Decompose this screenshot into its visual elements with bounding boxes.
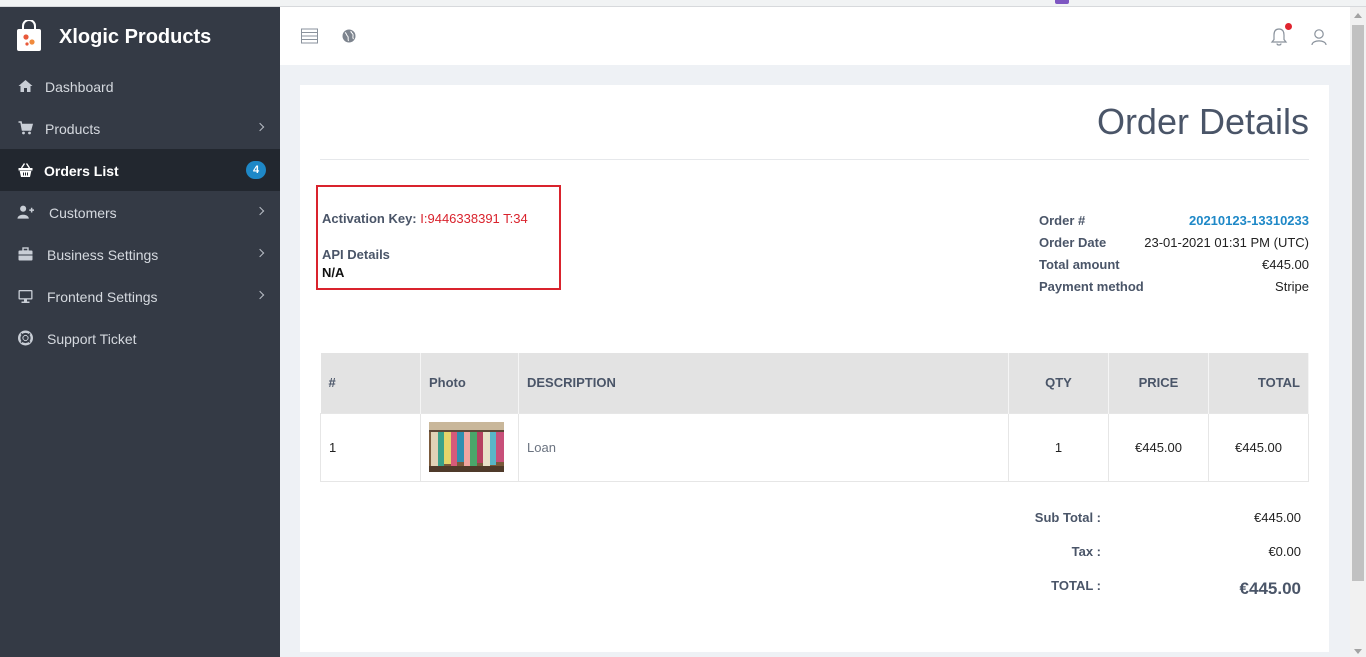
sidebar-item-customers[interactable]: Customers — [0, 191, 280, 233]
grand-total-value: €445.00 — [1239, 579, 1301, 598]
sidebar-item-orders-list[interactable]: Orders List 4 — [0, 149, 280, 191]
column-header-price: PRICE — [1108, 353, 1209, 413]
total-amount-label: Total amount — [1039, 257, 1120, 272]
order-details-card: Order Details Activation Key: I:94463383… — [300, 85, 1329, 657]
order-date-label: Order Date — [1039, 235, 1107, 250]
scroll-down-arrow-icon[interactable] — [1354, 649, 1362, 654]
sidebar-item-business-settings[interactable]: Business Settings — [0, 233, 280, 275]
activation-key-label: Activation Key: — [322, 211, 417, 226]
sidebar-item-label: Frontend Settings — [47, 289, 158, 305]
item-qty: 1 — [1008, 412, 1109, 482]
total-amount-value: €445.00 — [1262, 257, 1309, 272]
menu-toggle-icon[interactable] — [301, 28, 318, 44]
grand-total-row: TOTAL : €445.00 — [900, 573, 1309, 607]
column-header-total: TOTAL — [1208, 353, 1309, 413]
item-description-cell: Loan — [518, 412, 1009, 482]
page-title: Order Details — [1096, 101, 1309, 142]
basket-icon — [18, 163, 33, 177]
order-number-label: Order # — [1039, 213, 1086, 228]
product-thumbnail[interactable] — [429, 422, 504, 472]
order-number-link[interactable]: 20210123-13310233 — [1189, 213, 1309, 228]
sidebar-item-label: Dashboard — [45, 79, 114, 95]
item-number: 1 — [320, 412, 421, 482]
top-header — [280, 7, 1350, 65]
order-items-table: # Photo DESCRIPTION QTY PRICE TOTAL 1 Lo… — [320, 353, 1309, 482]
scrollbar-thumb[interactable] — [1352, 25, 1364, 581]
order-number-row: Order # 20210123-13310233 — [1039, 211, 1309, 233]
orders-count-badge: 4 — [246, 161, 266, 179]
sidebar: Xlogic Products Dashboard Products Order… — [0, 7, 280, 657]
page-scrollbar[interactable] — [1350, 7, 1366, 657]
sidebar-item-label: Customers — [49, 205, 117, 221]
item-description-link[interactable]: Loan — [527, 440, 556, 455]
column-header-description: DESCRIPTION — [518, 353, 1009, 413]
subtotal-label: Sub Total : — [1034, 510, 1101, 525]
tax-label: Tax : — [1071, 544, 1101, 559]
item-total: €445.00 — [1208, 412, 1309, 482]
sidebar-item-frontend-settings[interactable]: Frontend Settings — [0, 275, 280, 317]
column-header-photo: Photo — [420, 353, 519, 413]
payment-method-value: Stripe — [1275, 279, 1309, 294]
activation-key-box: Activation Key: I:9446338391 T:34 API De… — [316, 185, 561, 290]
item-photo-cell — [420, 412, 519, 482]
table-row: 1 Loan 1 €445.00 €445.00 — [320, 412, 1309, 482]
sidebar-item-products[interactable]: Products — [0, 107, 280, 149]
chevron-right-icon — [255, 290, 265, 300]
lifebuoy-icon — [17, 330, 34, 346]
api-details-value: N/A — [322, 265, 345, 280]
brand[interactable]: Xlogic Products — [0, 7, 280, 65]
bell-icon[interactable] — [1270, 27, 1288, 47]
chevron-right-icon — [255, 248, 265, 258]
subtotal-row: Sub Total : €445.00 — [900, 505, 1309, 539]
cart-icon — [18, 121, 34, 135]
home-icon — [18, 80, 33, 92]
column-header-qty: QTY — [1008, 353, 1109, 413]
title-divider — [320, 159, 1309, 160]
chevron-right-icon — [255, 206, 265, 216]
chevron-right-icon — [255, 122, 265, 132]
order-date-row: Order Date 23-01-2021 01:31 PM (UTC) — [1039, 233, 1309, 255]
browser-top-strip — [0, 0, 1366, 7]
tax-value: €0.00 — [1268, 544, 1301, 559]
sidebar-item-label: Business Settings — [47, 247, 159, 263]
notification-dot — [1285, 23, 1292, 30]
payment-method-label: Payment method — [1039, 279, 1144, 294]
order-date-value: 23-01-2021 01:31 PM (UTC) — [1144, 235, 1309, 250]
sidebar-item-label: Products — [45, 121, 101, 137]
sidebar-item-dashboard[interactable]: Dashboard — [0, 65, 280, 107]
subtotal-value: €445.00 — [1254, 510, 1301, 525]
activation-key-line: Activation Key: I:9446338391 T:34 — [322, 211, 528, 226]
brand-name: Xlogic Products — [59, 26, 212, 48]
order-info: Order # 20210123-13310233 Order Date 23-… — [1039, 211, 1309, 299]
monitor-icon — [18, 290, 33, 303]
shopping-bag-logo-icon — [17, 20, 41, 51]
activation-key-value: I:9446338391 T:34 — [420, 211, 528, 226]
sidebar-nav: Dashboard Products Orders List 4 Custome… — [0, 65, 280, 359]
globe-icon[interactable] — [342, 29, 356, 43]
sidebar-item-support-ticket[interactable]: Support Ticket — [0, 317, 280, 359]
item-price: €445.00 — [1108, 412, 1209, 482]
scroll-up-arrow-icon[interactable] — [1354, 13, 1362, 18]
user-icon[interactable] — [1311, 28, 1327, 46]
user-add-icon — [17, 205, 34, 219]
order-totals: Sub Total : €445.00 Tax : €0.00 TOTAL : … — [900, 505, 1309, 607]
total-amount-row: Total amount €445.00 — [1039, 255, 1309, 277]
table-header-row: # Photo DESCRIPTION QTY PRICE TOTAL — [320, 353, 1309, 413]
api-details-label: API Details — [322, 247, 390, 262]
column-header-number: # — [320, 353, 421, 413]
sidebar-item-label: Support Ticket — [47, 331, 137, 347]
bottom-edge — [280, 652, 1350, 657]
grand-total-label: TOTAL : — [1051, 578, 1101, 593]
sidebar-item-label: Orders List — [44, 163, 119, 179]
browser-tab-indicator — [1055, 0, 1069, 4]
tax-row: Tax : €0.00 — [900, 539, 1309, 573]
briefcase-icon — [18, 247, 33, 261]
payment-method-row: Payment method Stripe — [1039, 277, 1309, 299]
